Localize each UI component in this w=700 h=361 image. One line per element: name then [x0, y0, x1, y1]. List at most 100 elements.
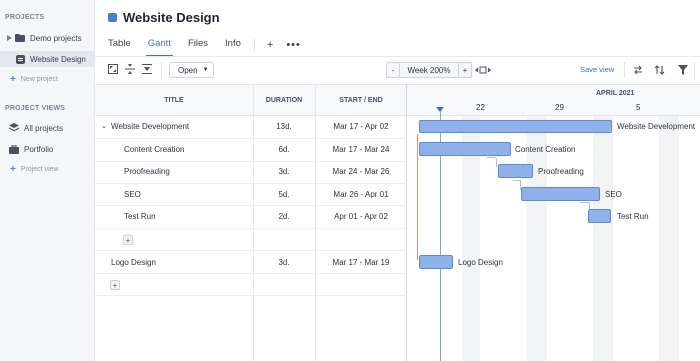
sidebar-item-label: Portfolio: [24, 144, 54, 154]
dependency-line: [417, 134, 418, 260]
column-header-duration[interactable]: DURATION: [253, 84, 315, 116]
gantt-bar-label: Test Run: [617, 212, 649, 221]
gantt-bar[interactable]: [588, 209, 611, 223]
add-subtask-button[interactable]: +: [123, 235, 133, 245]
task-date-range[interactable]: Mar 17 - Apr 02: [315, 122, 407, 131]
add-task-button[interactable]: +: [110, 280, 120, 290]
dependency-line: [487, 157, 497, 167]
task-duration[interactable]: 6d.: [253, 145, 315, 154]
task-title[interactable]: SEO: [124, 190, 141, 199]
tab-table[interactable]: Table: [108, 38, 131, 52]
document-icon: [108, 13, 117, 22]
more-icon[interactable]: •••: [286, 39, 301, 51]
task-date-range[interactable]: Apr 01 - Apr 02: [315, 212, 407, 221]
task-title[interactable]: Content Creation: [124, 145, 184, 154]
filter-icon[interactable]: [676, 63, 690, 77]
task-date-range[interactable]: Mar 24 - Mar 26: [315, 167, 407, 176]
chevron-down-icon: ▼: [202, 67, 209, 73]
sidebar: PROJECTS Demo projects Website Design + …: [0, 0, 95, 361]
tabs-divider: [95, 56, 700, 57]
sidebar-item-portfolio[interactable]: Portfolio: [0, 141, 95, 157]
expand-icon[interactable]: [107, 63, 119, 75]
toolbar-divider: [694, 62, 695, 78]
add-tab-icon[interactable]: +: [267, 39, 273, 51]
gantt-bar[interactable]: [521, 187, 600, 201]
timeline-header: APRIL 2021 22 29 5: [407, 84, 700, 116]
gantt-bar[interactable]: [419, 255, 453, 269]
row-divider: [95, 183, 407, 184]
column-header-title[interactable]: TITLE: [95, 84, 253, 116]
task-date-range[interactable]: Mar 17 - Mar 24: [315, 145, 407, 154]
layers-icon: [9, 123, 19, 133]
task-duration[interactable]: 2d.: [253, 212, 315, 221]
week-tick: 5: [636, 103, 641, 112]
task-date-range[interactable]: Mar 17 - Mar 19: [315, 258, 407, 267]
task-date-range[interactable]: Mar 26 - Apr 01: [315, 190, 407, 199]
sidebar-item-label: Website Design: [30, 54, 86, 64]
project-view-label: Project view: [20, 165, 59, 173]
tab-info[interactable]: Info: [225, 38, 241, 52]
zoom-control: - Week 200% +: [386, 62, 494, 78]
row-divider: [95, 205, 407, 206]
task-title[interactable]: Website Development: [111, 122, 189, 131]
page-title-text: Website Design: [123, 10, 220, 25]
gantt-bar-label: Logo Design: [458, 258, 503, 267]
zoom-in-button[interactable]: +: [458, 62, 472, 78]
sidebar-item-label: Demo projects: [30, 33, 82, 43]
project-view-link[interactable]: + Project view: [0, 161, 95, 177]
week-tick: 29: [555, 103, 564, 112]
tab-files[interactable]: Files: [188, 38, 208, 52]
month-label: APRIL 2021: [596, 90, 635, 97]
projects-heading: PROJECTS: [5, 14, 45, 21]
chevron-down-icon[interactable]: ⌄: [101, 122, 107, 130]
task-title[interactable]: Test Run: [124, 212, 156, 221]
task-duration[interactable]: 3d.: [253, 167, 315, 176]
page-title: Website Design: [108, 10, 220, 25]
sidebar-item-all-projects[interactable]: All projects: [0, 120, 95, 136]
sort-icon[interactable]: [652, 63, 666, 77]
project-views-heading: PROJECT VIEWS: [5, 105, 66, 112]
indent-icon[interactable]: [141, 63, 153, 75]
row-divider: [95, 295, 407, 296]
document-icon: [15, 54, 25, 64]
row-divider: [95, 138, 407, 139]
toolbar-divider: [161, 62, 162, 78]
task-duration[interactable]: 3d.: [253, 258, 315, 267]
task-duration[interactable]: 13d.: [253, 122, 315, 131]
gantt-bar[interactable]: [419, 120, 612, 133]
task-title[interactable]: Proofreading: [124, 167, 170, 176]
gantt-bar-label: Website Development: [617, 122, 696, 131]
task-title[interactable]: Logo Design: [111, 258, 156, 267]
gantt-timeline: APRIL 2021 22 29 5 Website Development C…: [407, 84, 700, 361]
fit-to-screen-icon[interactable]: [472, 62, 494, 78]
collapse-all-icon[interactable]: [124, 63, 136, 75]
zoom-level[interactable]: Week 200%: [400, 62, 458, 78]
weekend-column: [659, 116, 679, 361]
sidebar-item-demo-projects[interactable]: Demo projects: [0, 30, 95, 46]
tab-gantt[interactable]: Gantt: [145, 38, 174, 57]
open-dropdown[interactable]: Open ▼: [169, 62, 214, 78]
row-divider: [95, 250, 407, 251]
save-view-button[interactable]: Save view: [580, 65, 614, 74]
plus-icon: +: [10, 163, 16, 175]
dependency-line: [513, 180, 521, 190]
gantt-bar-label: SEO: [605, 190, 622, 199]
column-header-start-end[interactable]: START / END: [315, 84, 407, 116]
tab-bar: Table Gantt Files Info + •••: [108, 38, 314, 57]
zoom-out-button[interactable]: -: [386, 62, 400, 78]
new-project-link[interactable]: + New project: [0, 71, 95, 87]
tab-divider: [253, 39, 255, 51]
plus-icon: +: [10, 73, 16, 85]
gantt-bar[interactable]: [498, 164, 533, 178]
caret-right-icon[interactable]: [6, 33, 12, 43]
toolbar-divider: [624, 62, 625, 78]
folder-icon: [15, 33, 25, 43]
sidebar-item-website-design[interactable]: Website Design: [0, 51, 95, 67]
gantt-bar-label: Content Creation: [515, 145, 576, 154]
swap-icon[interactable]: [631, 63, 645, 77]
task-duration[interactable]: 5d.: [253, 190, 315, 199]
gantt-bar[interactable]: [419, 142, 511, 156]
row-divider: [95, 228, 407, 229]
gantt-bar-label: Proofreading: [538, 167, 584, 176]
row-divider: [95, 273, 407, 274]
